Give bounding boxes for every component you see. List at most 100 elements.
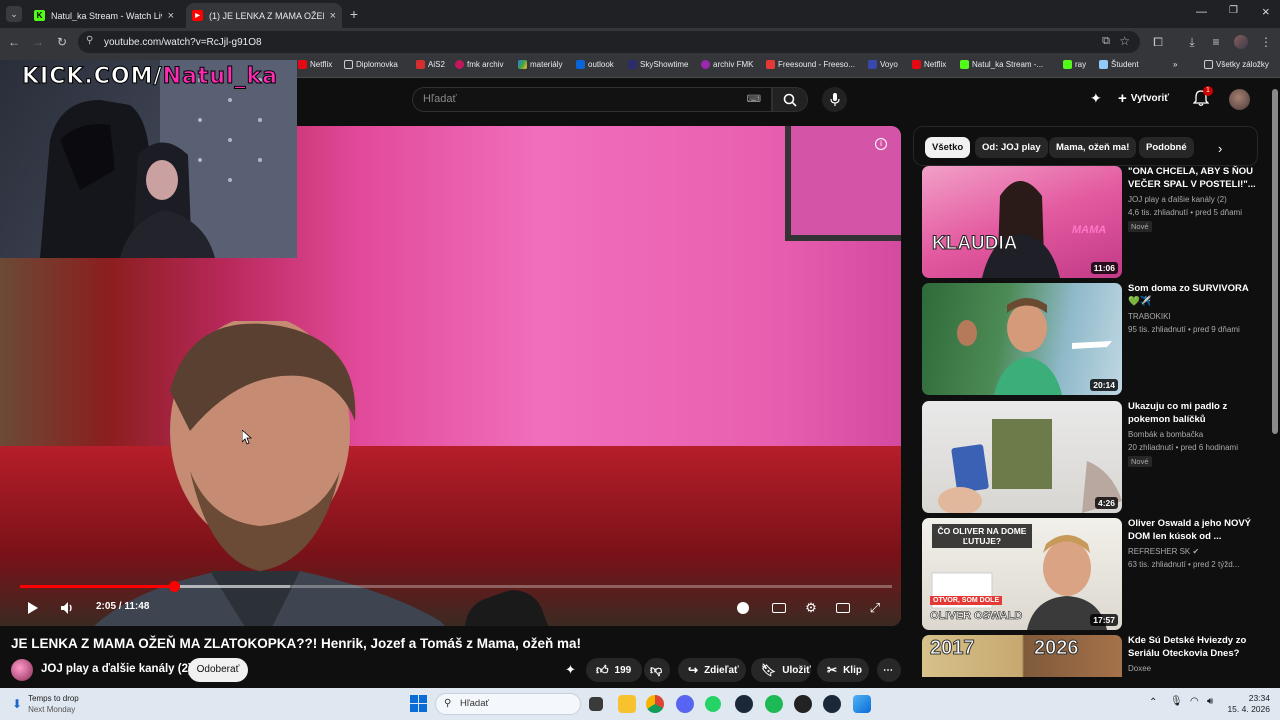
back-icon[interactable]: ←: [4, 28, 24, 56]
bookmark-netflix[interactable]: Netflix: [298, 60, 332, 69]
chip-related[interactable]: Podobné: [1139, 137, 1194, 158]
install-app-icon[interactable]: ⧉: [1102, 35, 1110, 48]
bookmarks-overflow[interactable]: »: [1173, 60, 1177, 69]
steam-icon[interactable]: [735, 695, 753, 713]
steam-icon-2[interactable]: [823, 695, 841, 713]
task-view-icon[interactable]: [589, 697, 603, 711]
close-icon[interactable]: ×: [168, 10, 174, 22]
file-explorer-icon[interactable]: [618, 695, 636, 713]
system-clock[interactable]: 23:34 15. 4. 2026: [1224, 693, 1270, 715]
tray-overflow-icon[interactable]: ⌃: [1149, 697, 1157, 708]
like-button[interactable]: 👍︎ 199: [586, 658, 642, 682]
bookmark-ray[interactable]: ray: [1063, 60, 1086, 69]
chrome-icon[interactable]: [646, 695, 664, 713]
search-button[interactable]: [772, 87, 808, 112]
notifications-button[interactable]: 1: [1192, 86, 1213, 107]
downloads-icon[interactable]: ⤓: [1182, 28, 1202, 56]
bookmark-voyo[interactable]: Voyo: [868, 60, 898, 69]
url-field[interactable]: ⚲ youtube.com/watch?v=RcJjl-g91O8 ⧉ ☆: [78, 31, 1140, 53]
taskbar-search[interactable]: ⚲ Hľadať: [435, 693, 581, 715]
discord-icon[interactable]: [676, 695, 694, 713]
channel-avatar[interactable]: [11, 659, 33, 681]
recommendation-item[interactable]: 4:26 Ukazuju co mi padlo z pokemon balíč…: [922, 401, 1264, 513]
extensions-icon[interactable]: ⧠: [1148, 28, 1168, 56]
epic-games-icon[interactable]: [794, 695, 812, 713]
theater-mode-button[interactable]: [834, 598, 852, 618]
recommendation-item[interactable]: 20:14 Som doma zo SURVIVORA 💚✈️ TRABOKIK…: [922, 283, 1264, 395]
bookmark-materialy[interactable]: materiály: [518, 60, 562, 69]
photos-icon[interactable]: [853, 695, 871, 713]
tab-youtube-video[interactable]: ▶ (1) JE LENKA Z MAMA OŽEŇ M ×: [186, 3, 342, 28]
settings-button[interactable]: ⚙: [802, 598, 820, 618]
subscribe-button[interactable]: Odoberať: [188, 658, 248, 682]
bookmark-ais2[interactable]: AiS2: [416, 60, 445, 69]
save-button[interactable]: 🔖︎ Uložiť: [751, 658, 811, 682]
clip-button[interactable]: ✂ Klip: [817, 658, 869, 682]
subtitles-button[interactable]: [770, 598, 788, 618]
scrollbar-thumb[interactable]: [1272, 89, 1278, 434]
spotify-icon[interactable]: [765, 695, 783, 713]
dislike-button[interactable]: 👎︎: [644, 658, 670, 682]
more-actions-button[interactable]: ⋯: [877, 658, 901, 682]
thumbnail-headline: ČO OLIVER NA DOME ĽUTUJE?: [932, 524, 1032, 548]
bookmark-diplomovka[interactable]: Diplomovka: [344, 60, 398, 69]
page-scrollbar[interactable]: [1270, 79, 1280, 688]
weather-widget[interactable]: ⬇ Temps to drop Next Monday: [12, 693, 79, 715]
reload-icon[interactable]: ↻: [52, 28, 72, 56]
keyboard-icon[interactable]: ⌨: [747, 88, 761, 111]
create-button[interactable]: + Vytvoriť: [1118, 90, 1169, 107]
recommendation-item[interactable]: KLAUDIA MAMA 11:06 "ONA CHCELA, ABY S ŇO…: [922, 166, 1264, 278]
recommendation-title: "ONA CHCELA, ABY S ŇOU VEČER SPAL V POST…: [1128, 166, 1256, 190]
bookmark-fmk-archiv[interactable]: fmk archiv: [455, 60, 503, 69]
bookmark-star-icon[interactable]: ☆: [1119, 34, 1130, 48]
chip-next-button[interactable]: ›: [1218, 141, 1222, 156]
search-input[interactable]: Hľadať ⌨: [412, 87, 772, 112]
chip-mama-ozen-ma[interactable]: Mama, ožeň ma!: [1049, 137, 1137, 158]
bookmark-archiv-fmk[interactable]: archiv FMK: [701, 60, 753, 69]
channel-name[interactable]: JOJ play a ďalšie kanály (2): [41, 663, 192, 675]
search-icon: [783, 93, 797, 107]
reading-list-icon[interactable]: ≡: [1206, 28, 1226, 56]
volume-button[interactable]: [58, 598, 78, 618]
forward-icon[interactable]: →: [28, 28, 48, 56]
recommendation-item[interactable]: ČO OLIVER NA DOME ĽUTUJE? OTVOR, SOM DOL…: [922, 518, 1264, 630]
minimize-button[interactable]: —: [1196, 6, 1207, 18]
chip-from-joj[interactable]: Od: JOJ play: [975, 137, 1048, 158]
bookmark-freesound[interactable]: Freesound - Freeso...: [766, 60, 855, 69]
recommendation-meta: 63 tis. zhliadnutí • pred 2 týžd...: [1128, 560, 1240, 569]
tab-kick-stream[interactable]: K Natul_ka Stream - Watch Live o ×: [28, 3, 180, 28]
wifi-icon[interactable]: ◠: [1190, 696, 1199, 707]
all-bookmarks[interactable]: Všetky záložky: [1204, 60, 1269, 69]
tab-list-button[interactable]: ⌄: [6, 6, 22, 22]
close-window-button[interactable]: ×: [1262, 4, 1270, 19]
restore-button[interactable]: ❐: [1229, 5, 1238, 16]
bookmark-outlook[interactable]: outlook: [576, 60, 614, 69]
volume-icon[interactable]: 🔊︎: [1207, 696, 1213, 707]
party-icon[interactable]: ✦: [1090, 90, 1102, 107]
bookmark-skyshowtime[interactable]: SkyShowtime: [628, 60, 688, 69]
account-avatar[interactable]: [1229, 89, 1250, 110]
start-button[interactable]: [410, 695, 427, 712]
site-info-icon[interactable]: ⚲: [86, 35, 93, 46]
bookmark-student[interactable]: Študent: [1099, 60, 1139, 69]
share-button[interactable]: ↪ Zdieľať: [678, 658, 746, 682]
progress-bar[interactable]: [20, 581, 892, 592]
recommendation-item[interactable]: 2017 2026 Kde Sú Detské Hviezdy zo Seriá…: [922, 635, 1264, 677]
video-duration: 11:06: [1090, 262, 1118, 274]
recommendation-meta: 4,6 tis. zhliadnutí • pred 5 dňami: [1128, 208, 1242, 217]
play-button[interactable]: [24, 598, 42, 618]
fullscreen-button[interactable]: ⤢: [866, 598, 884, 618]
party-icon[interactable]: ✦: [565, 662, 576, 678]
menu-icon[interactable]: ⋮: [1256, 28, 1276, 56]
bookmark-kick-stream[interactable]: Natul_ka Stream -...: [960, 60, 1043, 69]
info-icon[interactable]: i: [875, 138, 887, 150]
profile-avatar[interactable]: [1234, 35, 1248, 49]
voice-search-button[interactable]: [822, 87, 847, 112]
chip-all[interactable]: Všetko: [925, 137, 971, 158]
whatsapp-icon[interactable]: [705, 696, 721, 712]
bookmark-netflix-2[interactable]: Netflix: [912, 60, 946, 69]
close-icon[interactable]: ×: [330, 10, 336, 22]
microphone-icon[interactable]: 🎙︎: [1170, 696, 1183, 707]
autoplay-toggle[interactable]: [735, 598, 751, 618]
new-tab-button[interactable]: +: [346, 5, 362, 23]
